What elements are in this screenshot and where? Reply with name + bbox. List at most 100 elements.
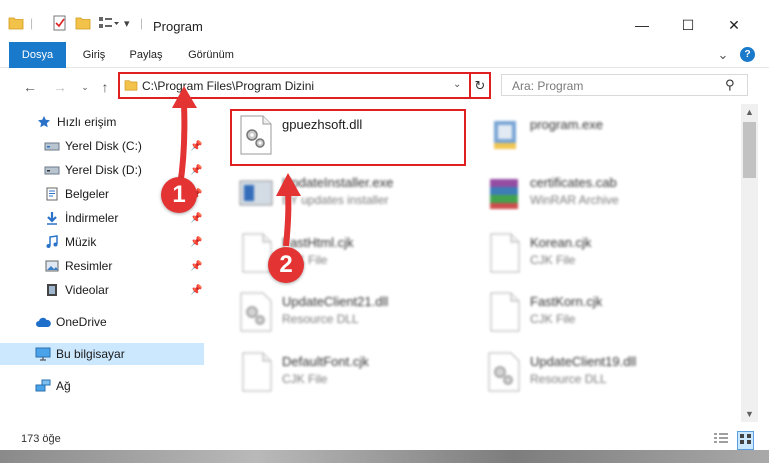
scroll-up-icon[interactable]: ▲ <box>745 107 754 117</box>
refresh-button[interactable]: ↻ <box>469 72 491 99</box>
sidebar-item-label: Videolar <box>65 283 109 297</box>
dll-gear-icon <box>488 352 520 392</box>
desktop-background <box>0 450 769 463</box>
sidebar-item-videos[interactable]: Videolar 📌 <box>0 279 204 301</box>
window-title: Program <box>153 19 203 34</box>
file-name: UpdateClient19.dll <box>530 354 637 369</box>
file-name: FastKorn.cjk <box>530 294 603 309</box>
sidebar-item-label: İndirmeler <box>65 211 119 225</box>
file-type: CJK File <box>282 372 328 386</box>
search-placeholder: Ara: Program <box>512 79 584 93</box>
pin-icon[interactable]: 📌 <box>190 285 202 296</box>
exe-icon <box>494 121 516 149</box>
pin-icon[interactable]: 📌 <box>190 213 202 224</box>
sidebar-item-label: Yerel Disk (C:) <box>65 139 142 153</box>
large-icons-view-icon[interactable] <box>737 431 754 450</box>
file-item-fastkorn[interactable]: FastKorn.cjk CJK File <box>478 285 728 341</box>
scroll-down-icon[interactable]: ▼ <box>745 409 754 419</box>
music-icon <box>44 235 60 249</box>
customize-toolbar-icon[interactable]: ▾ <box>124 14 130 32</box>
sidebar-item-label: OneDrive <box>56 315 107 329</box>
minimize-button[interactable]: — <box>619 12 665 38</box>
file-item-korean[interactable]: Korean.cjk CJK File <box>478 226 728 282</box>
pin-icon[interactable]: 📌 <box>190 261 202 272</box>
step-marker-2: 2 <box>268 247 304 283</box>
tab-home[interactable]: Giriş <box>74 42 114 68</box>
forward-arrow-icon[interactable]: → <box>50 77 70 97</box>
network-icon <box>35 379 51 393</box>
up-arrow-icon[interactable]: ↑ <box>95 77 115 97</box>
pin-icon[interactable]: 📌 <box>190 237 202 248</box>
maximize-button[interactable]: ☐ <box>665 12 711 38</box>
chevron-down-icon[interactable]: ⌄ <box>453 79 461 90</box>
file-item-updateclient19[interactable]: UpdateClient19.dll Resource DLL <box>478 345 728 401</box>
folder-icon <box>8 14 24 32</box>
file-type: WinRAR Archive <box>530 193 619 207</box>
status-bar: 173 öğe <box>0 428 769 450</box>
item-count: 173 öğe <box>21 433 61 445</box>
navigation-pane: Hızlı erişim Yerel Disk (C:) 📌 Yerel Dis… <box>0 104 208 422</box>
file-item-fasthtml[interactable]: FastHtml.cjk CJK File <box>230 226 480 282</box>
file-highlight-box <box>230 109 466 166</box>
file-item-defaultfont[interactable]: DefaultFont.cjk CJK File <box>230 345 480 401</box>
dll-gear-icon <box>240 292 272 332</box>
file-name: Korean.cjk <box>530 235 592 250</box>
close-button[interactable]: ✕ <box>711 12 757 38</box>
tab-view[interactable]: Görünüm <box>180 42 242 68</box>
pin-icon[interactable]: 📌 <box>190 165 202 176</box>
file-type: CJK File <box>530 312 576 326</box>
file-name: UpdateClient21.dll <box>282 294 389 309</box>
computer-icon <box>35 347 51 361</box>
documents-icon <box>44 187 60 201</box>
file-item-certificates[interactable]: certificates.cab WinRAR Archive <box>478 166 728 222</box>
cloud-icon <box>35 315 51 329</box>
sidebar-item-this-pc[interactable]: Bu bilgisayar <box>0 343 204 365</box>
star-icon <box>36 115 52 129</box>
address-bar[interactable]: C:\Program Files\Program Dizini ⌄ <box>118 72 471 99</box>
vertical-scrollbar[interactable]: ▲ ▼ <box>741 104 758 422</box>
videos-icon <box>44 283 60 297</box>
new-folder-icon[interactable] <box>75 14 91 32</box>
pin-icon[interactable]: 📌 <box>190 141 202 152</box>
sidebar-item-music[interactable]: Müzik 📌 <box>0 231 204 253</box>
sidebar-item-network[interactable]: Ağ <box>0 375 204 397</box>
view-icon[interactable] <box>98 14 120 32</box>
sidebar-item-pictures[interactable]: Resimler 📌 <box>0 255 204 277</box>
file-type: CJK File <box>530 253 576 267</box>
file-name: certificates.cab <box>530 175 617 190</box>
scroll-thumb[interactable] <box>743 122 756 178</box>
blank-file-icon <box>490 292 520 332</box>
details-view-icon[interactable] <box>713 432 729 448</box>
sidebar-item-quick-access[interactable]: Hızlı erişim <box>0 111 204 133</box>
sidebar-item-onedrive[interactable]: OneDrive <box>0 311 204 333</box>
help-icon[interactable]: ? <box>740 47 755 62</box>
back-arrow-icon[interactable]: ← <box>20 77 40 97</box>
sidebar-item-label: Ağ <box>56 379 71 393</box>
blank-file-icon <box>242 352 272 392</box>
file-item-program-exe[interactable]: program.exe <box>478 108 728 164</box>
recent-locations-icon[interactable]: ⌄ <box>75 77 95 97</box>
search-icon[interactable]: ⚲ <box>725 77 735 93</box>
chevron-down-icon[interactable]: ⌄ <box>714 42 732 68</box>
sidebar-item-label: Hızlı erişim <box>57 115 117 129</box>
pictures-icon <box>44 259 60 273</box>
search-input[interactable]: Ara: Program ⚲ <box>501 74 748 96</box>
installer-icon <box>239 180 273 206</box>
address-row: ← → ⌄ ↑ C:\Program Files\Program Dizini … <box>0 68 769 104</box>
tab-share[interactable]: Paylaş <box>124 42 168 68</box>
blank-file-icon <box>490 233 520 273</box>
sidebar-item-label: Belgeler <box>65 187 110 201</box>
file-name: UpdateInstaller.exe <box>282 175 394 190</box>
ribbon: Dosya Giriş Paylaş Görünüm ⌄ ? <box>0 42 769 98</box>
sidebar-item-local-disk-c[interactable]: Yerel Disk (C:) 📌 <box>0 135 204 157</box>
file-item-updateclient21[interactable]: UpdateClient21.dll Resource DLL <box>230 285 480 341</box>
sidebar-item-label: Resimler <box>65 259 113 273</box>
file-type: Resource DLL <box>282 312 359 326</box>
address-path: C:\Program Files\Program Dizini <box>142 79 315 93</box>
refresh-icon: ↻ <box>474 77 486 93</box>
file-type: BY updates installer <box>282 193 389 207</box>
file-item-updateinstaller[interactable]: UpdateInstaller.exe BY updates installer <box>230 166 480 222</box>
properties-icon[interactable] <box>52 14 68 32</box>
step-marker-1: 1 <box>161 177 197 213</box>
separator: | <box>140 16 144 30</box>
